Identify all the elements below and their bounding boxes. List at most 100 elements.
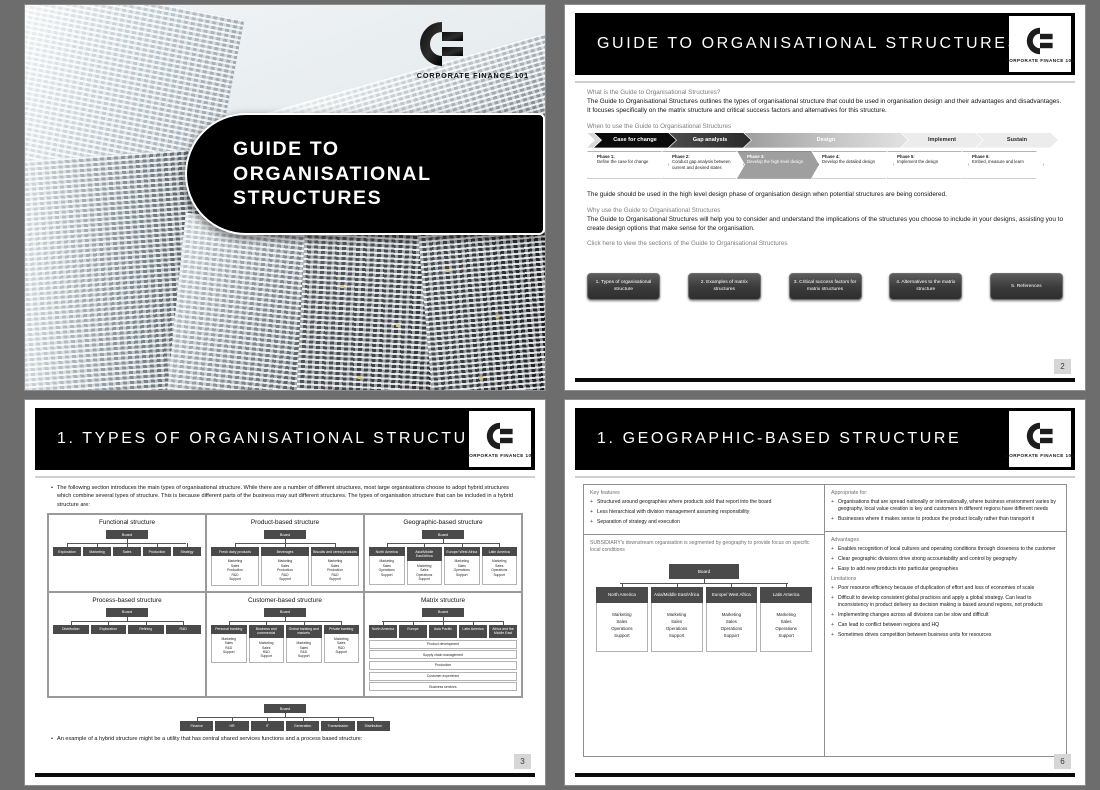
item-text: Enables recognition of local cultures an… (838, 546, 1056, 553)
slide-4-body: Key features + Structured around geograph… (583, 484, 1067, 757)
title-line-3: STRUCTURES (233, 187, 383, 210)
footer-bar (35, 773, 535, 777)
chart-title: Geographic-based structure (403, 519, 483, 527)
unit-head: Asia/Middle East/Africa (650, 583, 703, 603)
phase-3-desc: Develop the high level design (747, 159, 804, 165)
unit-latin-america: Latin America Marketing Sales Operations… (481, 543, 517, 586)
page-number: 3 (514, 754, 531, 769)
phase-3[interactable]: Phase 3: Develop the high level design (737, 151, 819, 179)
node-strategy: Strategy (173, 543, 201, 557)
bullet-dot: + (590, 508, 593, 515)
bullet-dot: + (831, 565, 834, 572)
node-sales: Sales (113, 543, 141, 557)
page-number: 2 (1054, 359, 1071, 374)
unit-private-banking: Private banking Marketing Sales R&D Supp… (323, 620, 359, 663)
key-feature-item: + Less hierarchical with division managem… (590, 509, 818, 516)
unit-functions: Marketing Sales Production R&D Support (211, 556, 259, 586)
chevron-implement[interactable]: Implement (901, 133, 983, 148)
page-number: 6 (1054, 754, 1071, 769)
unit-europe-west-africa: Europe/ West Africa Marketing Sales Oper… (444, 543, 480, 586)
org-chart-pane: SUBSIDIARY's downstream organisation is … (584, 535, 824, 756)
region-africa-middle-east: Africa and the Middle East (489, 620, 517, 638)
function-business-services: Business services (369, 682, 517, 692)
board-node: Board (264, 607, 306, 617)
nav-button-types-of-structure[interactable]: 1. Types of organisational structure (587, 273, 660, 301)
bullet-dot: + (831, 556, 834, 562)
unit-north-america: North America Marketing Sales Operations… (369, 543, 405, 586)
click-here-label[interactable]: Click here to view the sections of the G… (587, 240, 1063, 247)
advantage-item: + Enables recognition of local cultures a… (831, 546, 1060, 553)
chevron-sustain[interactable]: Sustain (976, 133, 1058, 148)
function-product-development: Product development (369, 639, 517, 649)
function-supply-chain-management: Supply chain management (369, 650, 517, 660)
node-transmission: Transmission (321, 717, 355, 731)
phase-3-title: Phase 3: (747, 153, 765, 159)
limitation-item: + Sometimes drives competition between bu… (831, 632, 1060, 639)
node-exploration: Exploration (53, 543, 81, 557)
phase-5[interactable]: Phase 5: Implement the design (887, 151, 969, 179)
node-finance: Finance (180, 717, 214, 731)
content-grid: Key features + Structured around geograph… (583, 484, 1067, 757)
unit-business-commercial: Business and commercial Marketing Sales … (248, 620, 284, 663)
chevron-design[interactable]: Design (744, 133, 908, 148)
unit-functions: Marketing Sales Operations Support (481, 556, 517, 586)
phase-5-desc: Implement the design (897, 159, 939, 165)
unit-functions: Marketing Sales R&D Support (211, 633, 247, 663)
unit-biscuits-cereal: Biscuits and cereal products Marketing S… (311, 543, 359, 586)
when-to-use-label: When to use the Guide to Organisational … (587, 122, 732, 130)
node-generation: Generation (286, 717, 320, 731)
region-latin-america: Latin America (459, 620, 487, 638)
phase-2[interactable]: Phase 2: Conduct gap analysis between cu… (662, 151, 744, 179)
nav-button-examples-matrix[interactable]: 2. Examples of matrix structures (687, 273, 761, 301)
connector (53, 616, 201, 625)
limitations-title: Limitations (831, 575, 857, 582)
outro-text: An example of a hybrid structure might b… (57, 735, 363, 742)
bullet-dot: + (831, 499, 834, 505)
logo-c-icon (1026, 27, 1053, 54)
title-line-2: ORGANISATIONAL (233, 162, 432, 185)
structure-chart-grid: Functional structure Board Exploration M… (47, 513, 523, 699)
phases-diagram: Case for change Gap analysis Design Impl… (587, 133, 1063, 179)
phase-6-desc: Embed, measure and learn (972, 159, 1024, 165)
header-divider (575, 476, 1075, 478)
right-column: Appropriate for: + Organisations that are… (825, 485, 1066, 756)
node-production: Production (143, 543, 171, 557)
nav-button-critical-success-factors[interactable]: 3. Critical success factors for matrix s… (788, 273, 862, 301)
chevron-case-for-change[interactable]: Case for change (594, 133, 676, 148)
nav-button-references[interactable]: 5. References (990, 273, 1063, 301)
chevron-gap-analysis[interactable]: Gap analysis (669, 133, 751, 148)
chart-process-based-structure: Process-based structure Board Distributi… (48, 591, 206, 698)
phase-5-title: Phase 5: (897, 153, 915, 159)
unit-head: Global banking and markets (286, 620, 322, 639)
bullet-dot: • (51, 485, 53, 491)
phase-1[interactable]: Phase 1: Define the case for change (587, 151, 669, 179)
item-text: Organisations that are spread nationally… (838, 499, 1056, 513)
connector (596, 579, 812, 587)
footer-bar (575, 773, 1075, 777)
phase-6[interactable]: Phase 6: Embed, measure and learn (962, 151, 1044, 179)
page-title: GUIDE TO ORGANISATIONAL STRUCTURES (187, 137, 432, 212)
geographic-org-chart: Board North America Marketing Sales Oper… (590, 554, 818, 662)
bullet-dot: + (590, 518, 593, 525)
key-feature-item: + Separation of strategy and execution (590, 519, 818, 526)
nav-button-alternatives[interactable]: 4. Alternatives to the matrix structure (889, 273, 963, 301)
region-north-america: North America (369, 620, 397, 638)
brand-logo: CORPORATE FINANCE 101 (1005, 16, 1074, 72)
header-divider (575, 81, 1075, 83)
bullet-dot: + (831, 631, 834, 638)
region-row: North America Europe Asia Pacific Latin … (369, 620, 517, 638)
node-exploration: Exploration (90, 620, 126, 634)
slide-2-guide-overview[interactable]: GUIDE TO ORGANISATIONAL STRUCTURES CORPO… (565, 5, 1085, 390)
slide-3-types-of-structure[interactable]: 1. TYPES OF ORGANISATIONAL STRUCTURE COR… (25, 400, 545, 785)
slide-1-title[interactable]: CORPORATE FINANCE 101 GUIDE TO ORGANISAT… (25, 5, 545, 390)
item-text: Can lead to conflict between regions and… (838, 621, 940, 628)
advantages-limitations-pane: Advantages + Enables recognition of local… (825, 532, 1066, 756)
chart-geographic-based-structure: Geographic-based structure Board North A… (364, 514, 522, 592)
unit-head: North America (369, 543, 405, 557)
slide-4-geographic-structure[interactable]: 1. GEOGRAPHIC-BASED STRUCTURE CORPORATE … (565, 400, 1085, 785)
chevron-row: Case for change Gap analysis Design Impl… (587, 133, 1063, 148)
phase-4[interactable]: Phase 4: Develop the detailed design (812, 151, 894, 179)
slide-3-title: 1. TYPES OF ORGANISATIONAL STRUCTURE (57, 429, 496, 447)
phase-2-desc: Conduct gap analysis between current and… (672, 159, 731, 171)
unit-functions: Marketing Sales Operations Support (369, 556, 405, 586)
